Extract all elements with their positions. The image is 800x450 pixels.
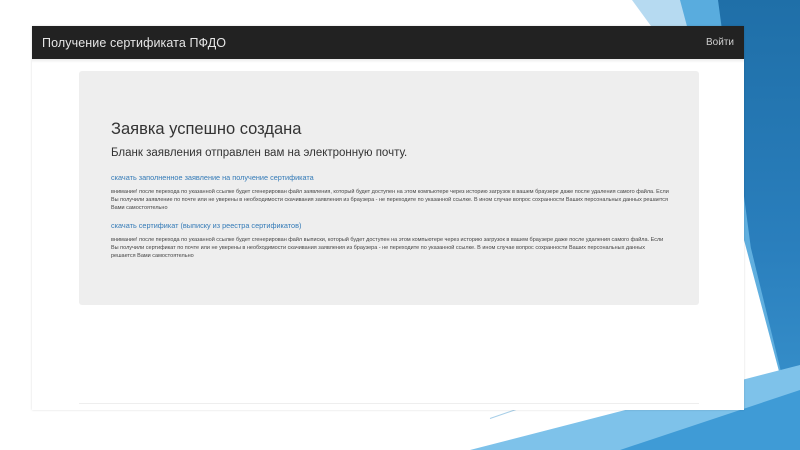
certificate-warning-text: внимание! после перехода по указанной сс… (111, 237, 664, 259)
page-title: Заявка успешно создана (111, 120, 302, 138)
top-navbar: Получение сертификата ПФДО Войти (32, 26, 744, 59)
footer-divider (79, 403, 699, 404)
download-application-link[interactable]: скачать заполненное заявление на получен… (111, 173, 667, 182)
browser-screenshot: Получение сертификата ПФДО Войти Заявка … (32, 26, 744, 410)
navbar-brand[interactable]: Получение сертификата ПФДО (42, 36, 226, 50)
download-certificate-link[interactable]: скачать сертификат (выписку из реестра с… (111, 221, 667, 230)
navbar-shadow (32, 59, 744, 63)
presentation-slide: Получение сертификата ПФДО Войти Заявка … (0, 0, 800, 450)
login-link[interactable]: Войти (706, 37, 734, 48)
page-subtitle: Бланк заявления отправлен вам на электро… (111, 147, 408, 159)
application-warning-text: внимание! после перехода по указанной сс… (111, 189, 669, 211)
success-panel: Заявка успешно создана Бланк заявления о… (79, 71, 699, 305)
